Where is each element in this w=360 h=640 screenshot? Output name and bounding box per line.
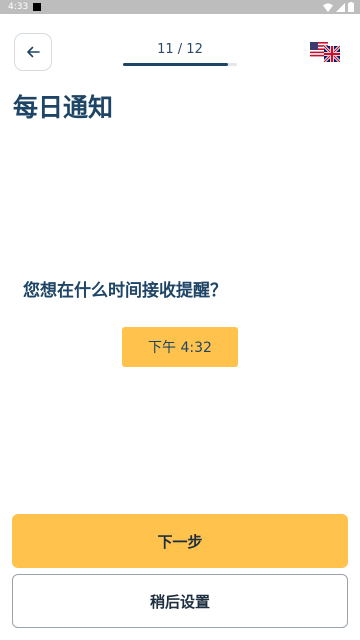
next-button-label: 下一步 xyxy=(157,532,203,551)
next-button[interactable]: 下一步 xyxy=(12,514,348,568)
time-value: 下午 4:32 xyxy=(148,340,212,356)
progress-fill xyxy=(123,63,228,66)
back-button[interactable] xyxy=(14,33,52,71)
progress-label: 11 / 12 xyxy=(157,42,203,57)
arrow-left-icon xyxy=(27,46,40,58)
us-uk-flag-icon xyxy=(310,42,340,62)
status-icons xyxy=(323,2,354,12)
screen: 4:33 11 / 12 每日通知 您想在什么时间接收提醒？ 下午 4:32 下… xyxy=(0,0,360,640)
status-bar: 4:33 xyxy=(0,0,360,14)
time-picker-button[interactable]: 下午 4:32 xyxy=(122,327,238,367)
status-time: 4:33 xyxy=(8,2,29,12)
signal-icon xyxy=(336,2,345,12)
wifi-icon xyxy=(323,3,333,12)
set-later-button-label: 稍后设置 xyxy=(149,592,210,611)
language-button[interactable] xyxy=(305,39,345,65)
set-later-button[interactable]: 稍后设置 xyxy=(12,574,348,628)
progress-bar xyxy=(123,63,237,66)
notification-icon xyxy=(33,3,41,11)
battery-icon xyxy=(348,2,354,12)
reminder-question: 您想在什么时间接收提醒？ xyxy=(23,281,227,301)
page-title: 每日通知 xyxy=(13,93,114,122)
